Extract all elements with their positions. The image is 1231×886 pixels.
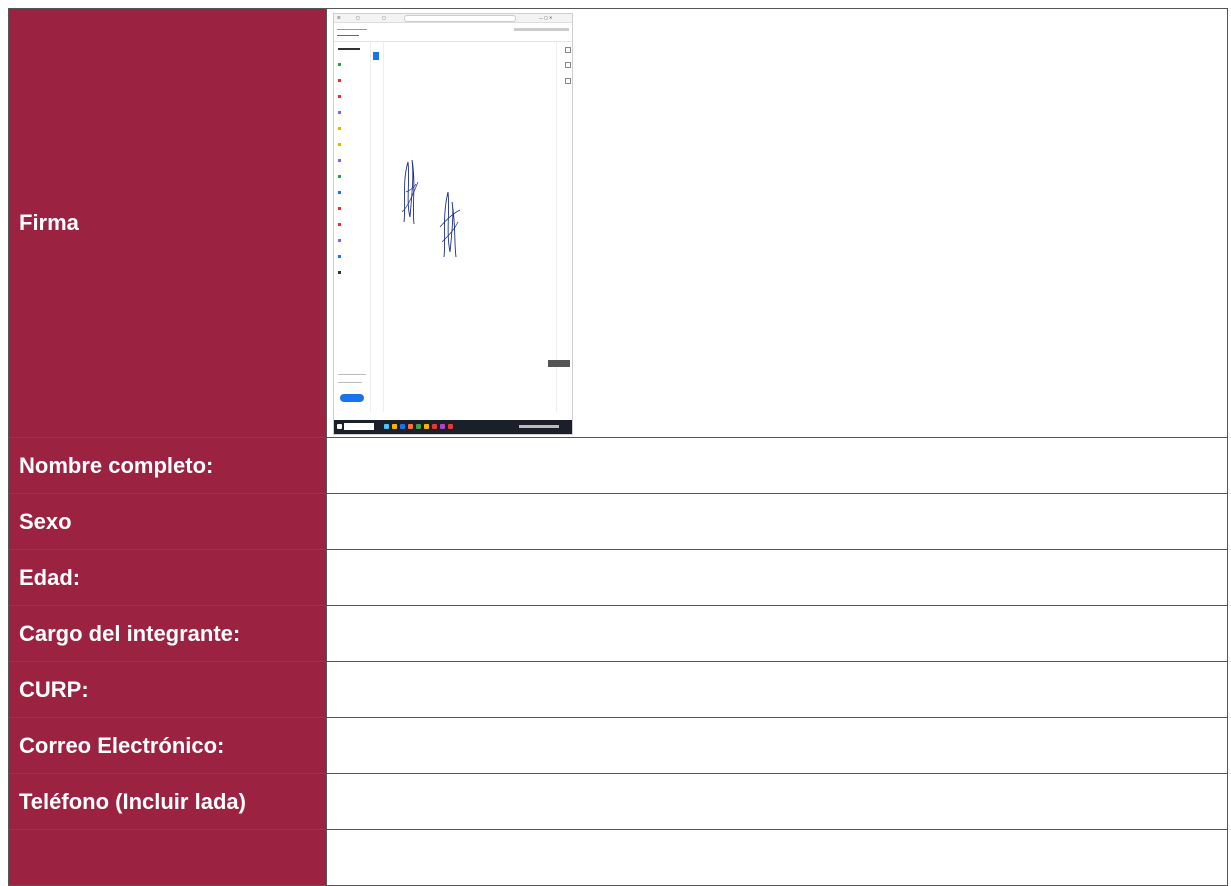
taskbar-icon — [416, 424, 421, 429]
label-firma: Firma — [8, 8, 327, 438]
taskbar-icon — [448, 424, 453, 429]
browser-tab-icon: — ▢ ✕ — [539, 15, 553, 20]
label-telefono: Teléfono (Incluir lada) — [8, 773, 327, 830]
pdf-tool-icon — [338, 270, 343, 274]
browser-tab-icon: ▢ — [382, 15, 386, 20]
form-row-sexo: Sexo — [8, 493, 1228, 550]
label-correo: Correo Electrónico: — [8, 717, 327, 774]
form-row-empty — [8, 829, 1228, 886]
telefono-field[interactable] — [326, 773, 1228, 830]
pdf-tool-icon — [338, 222, 343, 226]
pdf-tool-icon — [338, 254, 343, 258]
sexo-field[interactable] — [326, 493, 1228, 550]
label-curp: CURP: — [8, 661, 327, 718]
taskbar-icon — [408, 424, 413, 429]
taskbar-search — [344, 423, 374, 430]
rail-active-icon — [373, 52, 379, 60]
curp-field[interactable] — [326, 661, 1228, 718]
browser-url-bar — [404, 15, 516, 22]
signature-screenshot: ☰ ▢ ▢ — ▢ ✕ — [333, 13, 573, 435]
label-sexo: Sexo — [8, 493, 327, 550]
signature-value-cell: ☰ ▢ ▢ — ▢ ✕ — [326, 8, 1228, 438]
pdf-tool-rail — [371, 42, 384, 412]
label-edad: Edad: — [8, 549, 327, 606]
signature-drawing — [401, 159, 461, 258]
signature-canvas — [384, 42, 554, 412]
form-row-cargo: Cargo del integrante: — [8, 605, 1228, 662]
pdf-tool-icon — [338, 94, 343, 98]
label-empty — [8, 829, 327, 886]
taskbar-icon — [337, 424, 342, 429]
pdf-tool-icon — [338, 206, 343, 210]
browser-tabbar: ☰ ▢ ▢ — ▢ ✕ — [334, 14, 572, 23]
cargo-field[interactable] — [326, 605, 1228, 662]
pdf-tool-icon — [338, 78, 343, 82]
form-row-curp: CURP: — [8, 661, 1228, 718]
label-nombre-completo: Nombre completo: — [8, 437, 327, 494]
form-row-firma: Firma ☰ ▢ ▢ — ▢ ✕ — [8, 8, 1228, 438]
pdf-action-button — [340, 394, 364, 402]
pdf-right-panel — [556, 42, 572, 412]
form-row-nombre: Nombre completo: — [8, 437, 1228, 494]
nombre-completo-field[interactable] — [326, 437, 1228, 494]
taskbar-icon — [400, 424, 405, 429]
browser-tab-icon: ▢ — [356, 15, 360, 20]
pdf-tool-icon — [338, 62, 343, 66]
form-row-edad: Edad: — [8, 549, 1228, 606]
pdf-tool-sidebar — [334, 42, 371, 412]
pdf-tool-icon — [338, 174, 343, 178]
registration-form-table: Firma ☰ ▢ ▢ — ▢ ✕ Nombre completo: Sexo … — [8, 8, 1228, 886]
taskbar-icon — [440, 424, 445, 429]
taskbar-icon — [432, 424, 437, 429]
form-row-correo: Correo Electrónico: — [8, 717, 1228, 774]
label-cargo: Cargo del integrante: — [8, 605, 327, 662]
taskbar-icon — [424, 424, 429, 429]
tooltip-box — [548, 360, 570, 367]
taskbar-icon — [384, 424, 389, 429]
browser-tab-icon: ☰ — [337, 15, 341, 20]
correo-field[interactable] — [326, 717, 1228, 774]
pdf-tool-icon — [338, 110, 343, 114]
taskbar-icon — [392, 424, 397, 429]
pdf-toolbar — [334, 23, 572, 42]
form-row-telefono: Teléfono (Incluir lada) — [8, 773, 1228, 830]
taskbar-tray — [519, 425, 559, 428]
pdf-tool-icon — [338, 190, 343, 194]
pdf-tool-icon — [338, 126, 343, 130]
empty-field[interactable] — [326, 829, 1228, 886]
pdf-tool-icon — [338, 238, 343, 242]
os-taskbar — [334, 420, 572, 434]
pdf-tool-icon — [338, 142, 343, 146]
pdf-tool-icon — [338, 158, 343, 162]
edad-field[interactable] — [326, 549, 1228, 606]
